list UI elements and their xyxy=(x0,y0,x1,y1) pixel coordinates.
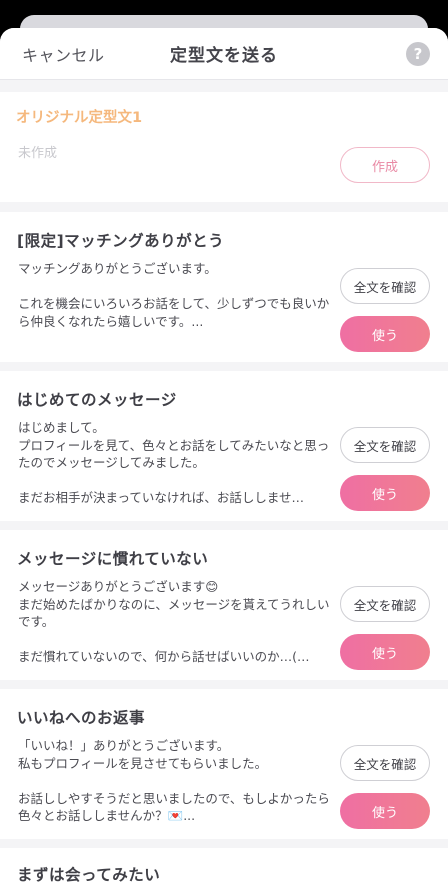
use-button[interactable]: 使う xyxy=(340,793,430,829)
original-template-status: 未作成 xyxy=(18,146,58,161)
template-title: メッセージに慣れていない xyxy=(17,550,209,568)
use-button[interactable]: 使う xyxy=(340,475,430,511)
view-full-text-button[interactable]: 全文を確認 xyxy=(340,745,430,781)
template-title: はじめてのメッセージ xyxy=(17,391,177,409)
template-title: まずは会ってみたい xyxy=(17,866,161,884)
bottom-sheet: キャンセル 定型文を送る ? オリジナル定型文1 未作成 作成 [限定]マッチン… xyxy=(0,28,448,896)
view-full-text-button[interactable]: 全文を確認 xyxy=(340,586,430,622)
template-card-not-used-to-messages: メッセージに慣れていない メッセージありがとうございます😊 まだ始めたばかりなの… xyxy=(0,530,448,680)
template-card-like-reply: いいねへのお返事 「いいね！」ありがとうございます。 私もプロフィールを見させて… xyxy=(0,689,448,839)
template-card-matching-thanks: [限定]マッチングありがとう マッチングありがとうございます。 これを機会にいろ… xyxy=(0,212,448,362)
original-template-title: オリジナル定型文1 xyxy=(16,110,143,126)
template-preview: はじめまして。 プロフィールを見て、色々とお話をしてみたいなと思ったのでメッセー… xyxy=(18,420,330,505)
use-button[interactable]: 使う xyxy=(340,634,430,670)
create-button[interactable]: 作成 xyxy=(340,147,430,183)
template-preview: メッセージありがとうございます😊 まだ始めたばかりなのに、メッセージを貰えてうれ… xyxy=(18,579,330,664)
template-title: いいねへのお返事 xyxy=(17,709,146,727)
sheet-header: キャンセル 定型文を送る ? xyxy=(0,28,448,80)
view-full-text-button[interactable]: 全文を確認 xyxy=(340,268,430,304)
template-preview: 「いいね！」ありがとうございます。 私もプロフィールを見させてもらいました。 お… xyxy=(18,738,330,823)
view-full-text-button[interactable]: 全文を確認 xyxy=(340,427,430,463)
help-icon[interactable]: ? xyxy=(406,41,430,66)
original-template-card: オリジナル定型文1 未作成 作成 xyxy=(0,92,448,202)
use-button[interactable]: 使う xyxy=(340,316,430,352)
template-preview: マッチングありがとうございます。 これを機会にいろいろお話をして、少しずつでも良… xyxy=(18,261,330,329)
template-card-want-to-meet: まずは会ってみたい xyxy=(0,848,448,896)
cancel-button[interactable]: キャンセル xyxy=(22,42,105,66)
sheet-title: 定型文を送る xyxy=(170,46,278,66)
template-title: [限定]マッチングありがとう xyxy=(17,232,225,250)
template-card-first-message: はじめてのメッセージ はじめまして。 プロフィールを見て、色々とお話をしてみたい… xyxy=(0,371,448,521)
